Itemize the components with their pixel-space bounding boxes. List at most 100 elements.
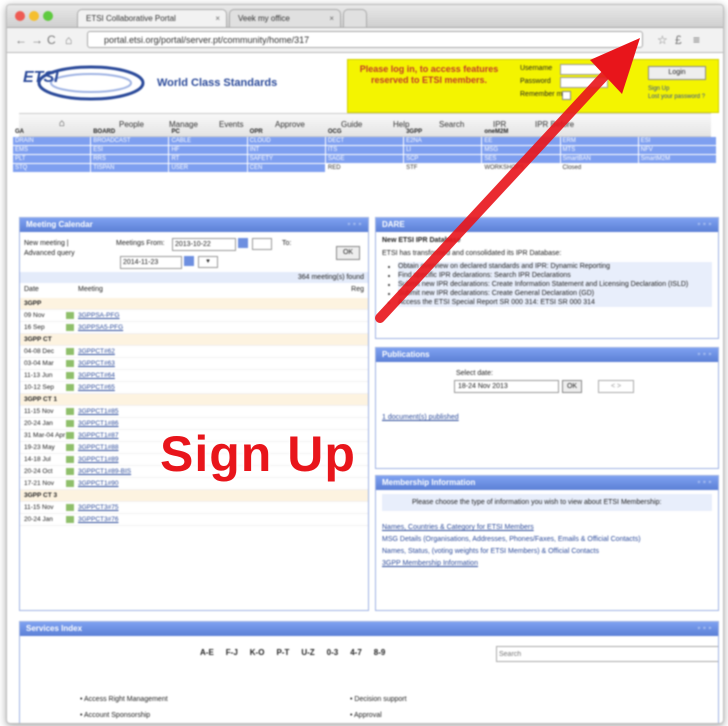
committee-link[interactable]: DECT <box>325 137 405 146</box>
committee-link[interactable]: CLOUD <box>247 137 326 146</box>
committee-link[interactable]: WORKSHOPS <box>482 164 561 173</box>
committee-link[interactable]: E2NA <box>404 137 483 146</box>
membership-link[interactable]: Names, Countries & Category for ETSI Mem… <box>382 523 712 532</box>
grid-header-cell[interactable]: OCG <box>326 128 404 137</box>
committee-link[interactable]: CABLE <box>169 137 248 146</box>
minimize-window-button[interactable] <box>29 11 39 21</box>
committee-link[interactable]: Closed <box>560 164 639 173</box>
membership-link[interactable]: 3GPP Membership Information <box>382 559 712 568</box>
reload-icon[interactable]: C <box>47 33 56 47</box>
committee-link[interactable]: TISPAN <box>91 164 170 173</box>
tab-office[interactable]: Veek my office × <box>229 9 341 27</box>
from-date-input[interactable]: 2013-10-22 <box>172 238 236 251</box>
meeting-link[interactable]: 3GPPSA-PFG <box>78 310 120 321</box>
grid-header-cell[interactable]: 3GPP <box>404 128 482 137</box>
committee-link[interactable]: SAFETY <box>247 155 326 164</box>
meeting-link[interactable]: 3GPPCT1#88 <box>78 442 118 453</box>
committee-link[interactable]: LI <box>404 146 483 155</box>
committee-link[interactable]: ERM <box>560 137 639 146</box>
dare-item[interactable]: Submit new IPR declarations: Create Gene… <box>398 289 712 298</box>
dare-item[interactable]: Find specific IPR declarations: Search I… <box>398 271 712 280</box>
grid-header-cell[interactable]: GA <box>13 128 91 137</box>
bookmark-star-icon[interactable]: ☆ <box>657 33 668 47</box>
committee-link[interactable] <box>638 164 717 173</box>
close-tab-icon[interactable]: × <box>329 10 334 28</box>
password-input[interactable] <box>560 77 608 88</box>
services-search-input[interactable] <box>496 646 718 662</box>
grid-header-cell[interactable]: PC <box>169 128 247 137</box>
committee-link[interactable]: RT <box>169 155 248 164</box>
grid-header-cell[interactable]: BOARD <box>91 128 169 137</box>
committee-link[interactable]: RRS <box>91 155 170 164</box>
panel-controls[interactable]: ▫▫▫ <box>698 348 714 362</box>
committee-link[interactable]: ESI <box>91 146 170 155</box>
committee-link[interactable]: DRAIN <box>13 137 92 146</box>
meeting-link[interactable]: 3GPPCT#62 <box>78 346 115 357</box>
menu-icon[interactable]: ≡ <box>693 33 700 47</box>
meeting-link[interactable]: 3GPPCT1#85 <box>78 406 118 417</box>
to-dropdown[interactable]: ▾ <box>198 256 218 268</box>
letter-tab[interactable]: 4-7 <box>350 648 362 657</box>
dare-item[interactable]: Obtain overview on declared standards an… <box>398 262 712 271</box>
committee-link[interactable]: EE <box>482 137 561 146</box>
membership-link[interactable]: MSG Details (Organisations, Addresses, P… <box>382 535 712 544</box>
committee-link[interactable]: SmartBAN <box>560 155 639 164</box>
committee-link[interactable]: MSG <box>482 146 561 155</box>
grid-header-cell[interactable]: oneM2M <box>482 128 560 137</box>
service-item[interactable]: • Account Sponsorship <box>80 712 150 719</box>
committee-link[interactable]: PLT <box>13 155 92 164</box>
meeting-link[interactable]: 3GPPCT#64 <box>78 370 115 381</box>
grid-header-cell[interactable]: OPR <box>248 128 326 137</box>
publication-date-select[interactable]: 18-24 Nov 2013 <box>454 380 559 393</box>
tab-etsi-portal[interactable]: ETSI Collaborative Portal × <box>77 9 227 27</box>
extension-icon[interactable]: £ <box>675 33 682 47</box>
letter-tab[interactable]: F-J <box>226 648 238 657</box>
letter-tab[interactable]: A-E <box>200 648 214 657</box>
committee-link[interactable]: SmartM2M <box>638 155 717 164</box>
ok-button[interactable]: OK <box>336 246 360 260</box>
username-input[interactable] <box>560 64 608 75</box>
forgot-password-link[interactable]: Lost your password ? <box>648 94 705 101</box>
committee-link[interactable]: SAGE <box>325 155 405 164</box>
committee-link[interactable]: RED <box>325 164 405 173</box>
login-button[interactable]: Login <box>648 66 706 80</box>
committee-link[interactable]: MTS <box>560 146 639 155</box>
new-meeting-link[interactable]: New meeting | <box>24 240 69 247</box>
committee-link[interactable]: BROADCAST <box>91 137 170 146</box>
meeting-link[interactable]: 3GPPCT#63 <box>78 358 115 369</box>
letter-tab[interactable]: 0-3 <box>327 648 339 657</box>
panel-controls[interactable]: ▫▫▫ <box>698 622 714 636</box>
grid-header-cell[interactable] <box>561 128 639 137</box>
committee-link[interactable]: ITS <box>325 146 405 155</box>
close-window-button[interactable] <box>15 11 25 21</box>
url-field[interactable]: portal.etsi.org/portal/server.pt/communi… <box>87 31 643 48</box>
new-tab-button[interactable] <box>343 9 367 27</box>
meeting-link[interactable]: 3GPPSA5-PFG <box>78 322 123 333</box>
calendar-icon[interactable] <box>184 256 194 266</box>
panel-controls[interactable]: ▫▫▫ <box>348 218 364 232</box>
home-icon[interactable]: ⌂ <box>65 33 72 47</box>
dare-item[interactable]: Submit new IPR declarations: Create Info… <box>398 280 712 289</box>
panel-controls[interactable]: ▫▫▫ <box>698 476 714 490</box>
service-item[interactable]: • Access Right Management <box>80 696 168 703</box>
meeting-link[interactable]: 3GPPCT1#86 <box>78 418 118 429</box>
to-date-input[interactable]: 2014-11-23 <box>120 256 182 269</box>
committee-link[interactable]: STF <box>404 164 483 173</box>
committee-link[interactable]: HF <box>169 146 248 155</box>
signup-link[interactable]: Sign Up <box>648 86 669 93</box>
letter-tab[interactable]: K-O <box>250 648 265 657</box>
committee-link[interactable]: SES <box>482 155 561 164</box>
meeting-link[interactable]: 3GPPCT1#89-BIS <box>78 466 131 477</box>
membership-link[interactable]: Names, Status, (voting weights for ETSI … <box>382 547 712 556</box>
committee-link[interactable]: STQ <box>13 164 92 173</box>
committee-link[interactable]: NFV <box>638 146 717 155</box>
committee-link[interactable]: EMS <box>13 146 92 155</box>
letter-tab[interactable]: P-T <box>276 648 289 657</box>
grid-header-cell[interactable] <box>639 128 717 137</box>
publication-nav[interactable]: < > <box>598 380 634 393</box>
panel-controls[interactable]: ▫▫▫ <box>698 218 714 232</box>
forward-icon[interactable]: → <box>31 33 43 47</box>
committee-link[interactable]: CEN <box>247 164 326 173</box>
meeting-link[interactable]: 3GPPCT#65 <box>78 382 115 393</box>
back-icon[interactable]: ← <box>15 33 27 47</box>
